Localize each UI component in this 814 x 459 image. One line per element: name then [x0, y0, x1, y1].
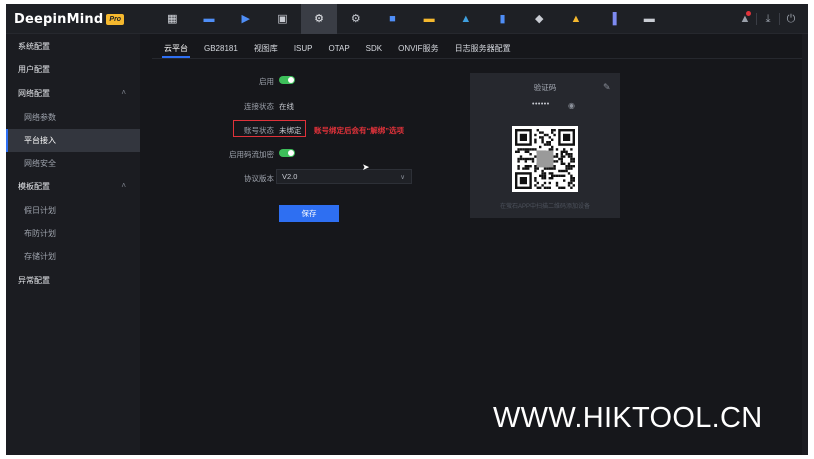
module-alarm[interactable]: ■ [374, 4, 411, 34]
sidebar-item-4[interactable]: 平台接入 [6, 129, 140, 152]
shield-icon: ◆ [534, 13, 544, 25]
sidebar-item-6[interactable]: 模板配置 ˄ [6, 175, 140, 198]
sidebar-item-7[interactable]: 假日计划 [6, 199, 140, 222]
sidebar-item-label: 平台接入 [24, 136, 56, 145]
edit-icon[interactable]: ✎ [603, 82, 611, 93]
sidebar-item-label: 网络配置 [18, 89, 50, 98]
sidebar-item-label: 模板配置 [18, 182, 50, 191]
module-people[interactable]: ▲ [558, 4, 595, 34]
sidebar-item-label: 系统配置 [18, 42, 50, 51]
stream-encrypt-toggle[interactable] [279, 149, 295, 157]
qr-code [512, 126, 578, 192]
sidebar-item-1[interactable]: 用户配置 [6, 58, 140, 81]
sidebar-item-3[interactable]: 网络参数 [6, 106, 140, 129]
tab-3[interactable]: ISUP [286, 38, 321, 58]
annotation-text: 账号绑定后会有“解绑”选项 [314, 126, 404, 135]
module-maintenance[interactable]: ⚙ [337, 4, 374, 34]
sidebar-item-label: 网络安全 [24, 159, 56, 168]
qr-code-image [515, 129, 575, 189]
building-icon: ▮ [499, 13, 506, 25]
notification-dot [746, 11, 751, 16]
connection-status-label: 连接状态 [244, 102, 274, 111]
alarm-icon: ■ [389, 13, 396, 25]
live-view-icon: ▬ [203, 13, 215, 25]
brand-name: DeepinMind [14, 11, 104, 27]
verification-code-title: 验证码 [533, 83, 557, 92]
sidebar-item-label: 异常配置 [18, 276, 50, 285]
sidebar-item-10[interactable]: 异常配置 [6, 269, 140, 292]
tab-6[interactable]: ONVIF服务 [390, 38, 446, 58]
notification-icon[interactable]: ▲ [734, 11, 756, 25]
watermark: WWW.HIKTOOL.CN [493, 402, 763, 434]
verification-code-value: •••••• [532, 101, 550, 108]
module-file[interactable]: ▣ [264, 4, 301, 34]
highlight-box [233, 120, 306, 137]
module-building[interactable]: ▮ [484, 4, 521, 34]
enable-toggle[interactable] [279, 76, 295, 84]
module-vehicle[interactable]: ▲ [448, 4, 485, 34]
tab-0[interactable]: 云平台 [156, 38, 196, 58]
sidebar-item-5[interactable]: 网络安全 [6, 152, 140, 175]
connection-status-value: 在线 [279, 102, 294, 111]
module-keyboard[interactable]: ▬ [631, 4, 668, 34]
sidebar: 系统配置用户配置网络配置 ˄ 网络参数平台接入网络安全模板配置 ˄ 假日计划布防计划存储… [6, 34, 140, 455]
module-shield[interactable]: ◆ [521, 4, 558, 34]
top-bar: DeepinMind Pro ▦ ▬ ▶ ▣ ⚙ ⚙ ■ ▬ ▲ ▮ ◆ ▲ ▐ ▬ ▲ ⤓ ⏻ [6, 4, 808, 34]
protocol-version-value: V2.0 [282, 172, 298, 181]
stream-encrypt-label: 启用码流加密 [229, 150, 274, 159]
chevron-up-icon: ˄ [121, 88, 126, 97]
keyboard-icon: ▬ [643, 13, 655, 25]
tab-7[interactable]: 日志服务器配置 [447, 38, 519, 58]
module-folder[interactable]: ▬ [411, 4, 448, 34]
module-bar: ▦ ▬ ▶ ▣ ⚙ ⚙ ■ ▬ ▲ ▮ ◆ ▲ ▐ ▬ [154, 4, 668, 34]
vehicle-icon: ▲ [460, 13, 472, 25]
tab-4[interactable]: OTAP [320, 38, 357, 58]
app-window: DeepinMind Pro ▦ ▬ ▶ ▣ ⚙ ⚙ ■ ▬ ▲ ▮ ◆ ▲ ▐ ▬ ▲ ⤓ ⏻ 系统配置… [6, 4, 808, 455]
sidebar-item-label: 布防计划 [24, 229, 56, 238]
module-live-view[interactable]: ▬ [191, 4, 228, 34]
tab-bar: 云平台 GB28181 视图库 ISUP OTAP SDK ONVIF服务 日志服务器配置 [156, 38, 519, 58]
top-right-tools: ▲ ⤓ ⏻ [734, 4, 802, 34]
sidebar-item-label: 假日计划 [24, 206, 56, 215]
tab-divider [152, 58, 802, 59]
sidebar-item-label: 用户配置 [18, 65, 50, 74]
tab-2[interactable]: 视图库 [246, 38, 286, 58]
sidebar-item-8[interactable]: 布防计划 [6, 222, 140, 245]
playback-icon: ▶ [241, 13, 250, 25]
save-button[interactable]: 保存 [279, 205, 339, 222]
pro-badge: Pro [106, 13, 125, 25]
protocol-version-select[interactable]: V2.0 ∨ [276, 169, 412, 184]
sidebar-item-label: 存储计划 [24, 252, 56, 261]
module-settings[interactable]: ⚙ [300, 4, 338, 34]
chevron-down-icon: ∨ [400, 174, 405, 181]
maintenance-icon: ⚙ [350, 13, 361, 25]
module-statistics[interactable]: ▐ [594, 4, 631, 34]
download-icon[interactable]: ⤓ [757, 13, 779, 26]
enable-label: 启用 [259, 77, 274, 86]
people-icon: ▲ [570, 13, 582, 25]
module-grid[interactable]: ▦ [154, 4, 191, 34]
sidebar-item-label: 网络参数 [24, 113, 56, 122]
qr-hint-text: 在萤石APP中扫描二维码添加设备 [499, 204, 590, 210]
file-icon: ▣ [277, 13, 288, 25]
tab-5[interactable]: SDK [358, 38, 390, 58]
settings-icon: ⚙ [314, 13, 325, 25]
verification-panel: 验证码 ✎ •••••• ◉ 在萤石APP中扫描二维码添加设备 [470, 73, 620, 218]
eye-icon[interactable]: ◉ [568, 101, 575, 110]
module-playback[interactable]: ▶ [227, 4, 264, 34]
logo: DeepinMind Pro [14, 11, 125, 27]
mouse-cursor-icon: ➤ [362, 162, 370, 172]
folder-icon: ▬ [423, 13, 435, 25]
chevron-up-icon: ˄ [121, 181, 126, 190]
sidebar-item-0[interactable]: 系统配置 [6, 35, 140, 58]
statistics-icon: ▐ [608, 13, 617, 25]
power-icon[interactable]: ⏻ [780, 13, 802, 26]
sidebar-item-2[interactable]: 网络配置 ˄ [6, 82, 140, 105]
grid-icon: ▦ [167, 13, 178, 25]
scrollbar[interactable] [802, 34, 808, 455]
protocol-version-label: 协议版本 [244, 174, 274, 183]
sidebar-item-9[interactable]: 存储计划 [6, 245, 140, 268]
tab-1[interactable]: GB28181 [196, 38, 246, 58]
